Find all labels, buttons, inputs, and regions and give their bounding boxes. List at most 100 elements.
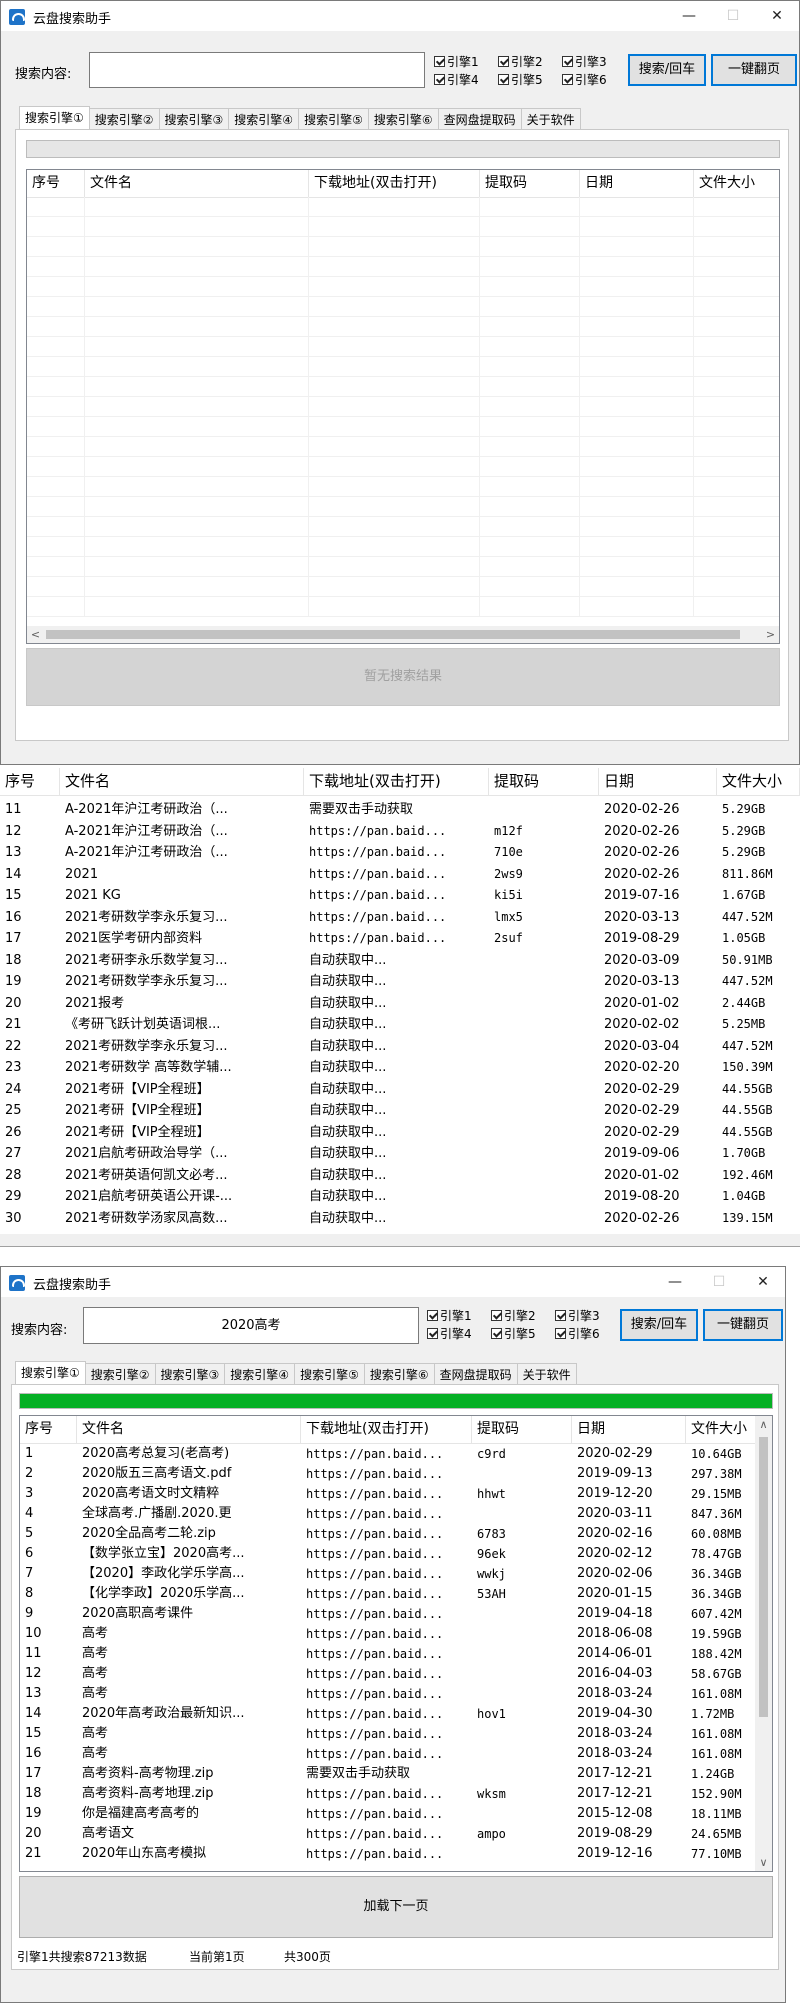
horizontal-scrollbar[interactable] xyxy=(0,1234,800,1246)
table-row[interactable]: 26 2021考研【VIP全程班】 自动获取中... 2020-02-29 44.55G… xyxy=(0,1122,800,1144)
tab-engine-5[interactable]: 搜索引擎⑤ xyxy=(294,1363,365,1386)
cell-url[interactable]: https://pan.baid... xyxy=(301,1844,472,1864)
header-col-index[interactable]: 序号 xyxy=(20,1416,77,1443)
header-col-index[interactable]: 序号 xyxy=(27,170,85,197)
cell-url[interactable]: https://pan.baid... xyxy=(301,1684,472,1704)
tab-engine-3[interactable]: 搜索引擎③ xyxy=(158,108,230,131)
scroll-down-icon[interactable]: ∨ xyxy=(755,1854,772,1871)
table-row[interactable]: 4 全球高考.广播剧.2020.更 https://pan.baid... 2020-… xyxy=(20,1504,755,1524)
tab-about[interactable]: 关于软件 xyxy=(520,108,581,131)
cell-url[interactable]: https://pan.baid... xyxy=(301,1644,472,1664)
table-row[interactable]: 21 《考研飞跃计划英语词根... 自动获取中... 2020-02-02 5.25MB xyxy=(0,1014,800,1036)
engine-checkbox-5[interactable]: 引擎5 xyxy=(491,1325,536,1342)
table-row[interactable]: 1 2020高考总复习(老高考) https://pan.baid... c9rd 20… xyxy=(20,1444,755,1464)
table-row[interactable]: 9 2020高职高考课件 https://pan.baid... 2019-04-18… xyxy=(20,1604,755,1624)
cell-url[interactable]: 自动获取中... xyxy=(304,1036,489,1058)
table-row[interactable]: 20 高考语文 https://pan.baid... ampo 2019-08-29 2… xyxy=(20,1824,755,1844)
title-bar[interactable]: 云盘搜索助手 — ☐ ✕ xyxy=(1,1267,785,1297)
table-row[interactable]: 13 A-2021年沪江考研政治（... https://pan.baid... 71… xyxy=(0,842,800,864)
tab-check-code[interactable]: 查网盘提取码 xyxy=(433,1363,518,1386)
table-row[interactable]: 21 2020年山东高考模拟 https://pan.baid... 2019-12-… xyxy=(20,1844,755,1864)
maximize-button[interactable]: ☐ xyxy=(711,3,755,29)
cell-url[interactable]: 需要双击手动获取 xyxy=(301,1764,472,1784)
close-button[interactable]: ✕ xyxy=(755,3,799,29)
next-page-all-button[interactable]: 一键翻页 xyxy=(711,54,797,86)
table-row[interactable]: 29 2021启航考研英语公开课-... 自动获取中... 2019-08-20 1.0… xyxy=(0,1186,800,1208)
no-results-button[interactable]: 暂无搜索结果 xyxy=(26,648,780,706)
tab-check-code[interactable]: 查网盘提取码 xyxy=(437,108,522,131)
cell-url[interactable]: https://pan.baid... xyxy=(301,1624,472,1644)
minimize-button[interactable]: — xyxy=(667,3,711,29)
table-row[interactable]: 16 高考 https://pan.baid... 2018-03-24 161.08M xyxy=(20,1744,755,1764)
header-col-code[interactable]: 提取码 xyxy=(480,170,580,197)
table-row[interactable]: 6 【数学张立宝】2020高考... https://pan.baid... 96ek… xyxy=(20,1544,755,1564)
cell-url[interactable]: 自动获取中... xyxy=(304,950,489,972)
cell-url[interactable]: https://pan.baid... xyxy=(301,1544,472,1564)
cell-url[interactable]: 自动获取中... xyxy=(304,971,489,993)
cell-url[interactable]: https://pan.baid... xyxy=(301,1824,472,1844)
maximize-button[interactable]: ☐ xyxy=(697,1269,741,1295)
table-row[interactable]: 10 高考 https://pan.baid... 2018-06-08 19.59GB xyxy=(20,1624,755,1644)
header-col-filename[interactable]: 文件名 xyxy=(85,170,309,197)
table-row[interactable]: 28 2021考研英语何凯文必考... 自动获取中... 2020-01-02 192.… xyxy=(0,1165,800,1187)
header-col-date[interactable]: 日期 xyxy=(572,1416,686,1443)
tab-engine-6[interactable]: 搜索引擎⑥ xyxy=(367,108,439,131)
tab-engine-2[interactable]: 搜索引擎② xyxy=(84,1363,156,1386)
table-row[interactable]: 2 2020版五三高考语文.pdf https://pan.baid... 2019-… xyxy=(20,1464,755,1484)
engine-checkbox-6[interactable]: 引擎6 xyxy=(562,71,607,88)
tab-engine-2[interactable]: 搜索引擎② xyxy=(88,108,160,131)
cell-url[interactable]: 自动获取中... xyxy=(304,1186,489,1208)
close-button[interactable]: ✕ xyxy=(741,1269,785,1295)
cell-url[interactable]: https://pan.baid... xyxy=(301,1724,472,1744)
vertical-scrollbar[interactable]: ∧ ∨ xyxy=(755,1416,772,1871)
cell-url[interactable]: 自动获取中... xyxy=(304,1100,489,1122)
header-col-date[interactable]: 日期 xyxy=(580,170,694,197)
scroll-right-icon[interactable]: > xyxy=(762,626,779,643)
engine-checkbox-1[interactable]: 引擎1 xyxy=(427,1307,472,1324)
header-col-url[interactable]: 下载地址(双击打开) xyxy=(304,768,489,795)
table-row[interactable]: 12 A-2021年沪江考研政治（... https://pan.baid... m1… xyxy=(0,821,800,843)
search-input[interactable]: 2020高考 xyxy=(83,1307,419,1344)
header-col-filename[interactable]: 文件名 xyxy=(60,768,304,795)
search-button[interactable]: 搜索/回车 xyxy=(628,54,706,86)
engine-checkbox-3[interactable]: 引擎3 xyxy=(555,1307,600,1324)
header-col-code[interactable]: 提取码 xyxy=(489,768,599,795)
cell-url[interactable]: 自动获取中... xyxy=(304,1057,489,1079)
cell-url[interactable]: https://pan.baid... xyxy=(301,1664,472,1684)
results-list[interactable]: 序号 文件名 下载地址(双击打开) 提取码 日期 文件大小 < > xyxy=(26,169,780,644)
table-row[interactable]: 24 2021考研【VIP全程班】 自动获取中... 2020-02-29 44.55G… xyxy=(0,1079,800,1101)
header-col-url[interactable]: 下载地址(双击打开) xyxy=(309,170,480,197)
cell-url[interactable]: 自动获取中... xyxy=(304,1014,489,1036)
cell-url[interactable]: https://pan.baid... xyxy=(304,821,489,843)
engine-checkbox-2[interactable]: 引擎2 xyxy=(498,53,543,70)
cell-url[interactable]: https://pan.baid... xyxy=(304,928,489,950)
next-page-all-button[interactable]: 一键翻页 xyxy=(703,1309,783,1341)
table-row[interactable]: 27 2021启航考研政治导学（... 自动获取中... 2019-09-06 1.70… xyxy=(0,1143,800,1165)
engine-checkbox-4[interactable]: 引擎4 xyxy=(427,1325,472,1342)
table-row[interactable]: 17 2021医学考研内部资料 https://pan.baid... 2suf 201… xyxy=(0,928,800,950)
engine-checkbox-5[interactable]: 引擎5 xyxy=(498,71,543,88)
cell-url[interactable]: 自动获取中... xyxy=(304,993,489,1015)
scroll-left-icon[interactable]: < xyxy=(27,626,44,643)
tab-engine-1[interactable]: 搜索引擎① xyxy=(15,1361,86,1384)
table-row[interactable]: 8 【化学李政】2020乐学高... https://pan.baid... 53AH… xyxy=(20,1584,755,1604)
table-row[interactable]: 22 2021考研数学李永乐复习... 自动获取中... 2020-03-04 447.… xyxy=(0,1036,800,1058)
cell-url[interactable]: 自动获取中... xyxy=(304,1165,489,1187)
cell-url[interactable]: https://pan.baid... xyxy=(301,1584,472,1604)
cell-url[interactable]: https://pan.baid... xyxy=(301,1564,472,1584)
scroll-thumb[interactable] xyxy=(46,630,740,639)
cell-url[interactable]: 自动获取中... xyxy=(304,1122,489,1144)
table-row[interactable]: 11 A-2021年沪江考研政治（... 需要双击手动获取 2020-02-26 5.2… xyxy=(0,799,800,821)
table-row[interactable]: 16 2021考研数学李永乐复习... https://pan.baid... lmx… xyxy=(0,907,800,929)
table-row[interactable]: 14 2020年高考政治最新知识... https://pan.baid... hov… xyxy=(20,1704,755,1724)
cell-url[interactable]: 需要双击手动获取 xyxy=(304,799,489,821)
table-row[interactable]: 20 2021报考 自动获取中... 2020-01-02 2.44GB xyxy=(0,993,800,1015)
table-row[interactable]: 13 高考 https://pan.baid... 2018-03-24 161.08M xyxy=(20,1684,755,1704)
horizontal-scrollbar[interactable]: < > xyxy=(27,626,779,643)
table-row[interactable]: 7 【2020】李政化学乐学高... https://pan.baid... wwkj… xyxy=(20,1564,755,1584)
tab-engine-5[interactable]: 搜索引擎⑤ xyxy=(298,108,369,131)
cell-url[interactable]: https://pan.baid... xyxy=(301,1704,472,1724)
engine-checkbox-4[interactable]: 引擎4 xyxy=(434,71,479,88)
cell-url[interactable]: https://pan.baid... xyxy=(304,842,489,864)
search-button[interactable]: 搜索/回车 xyxy=(620,1309,698,1341)
